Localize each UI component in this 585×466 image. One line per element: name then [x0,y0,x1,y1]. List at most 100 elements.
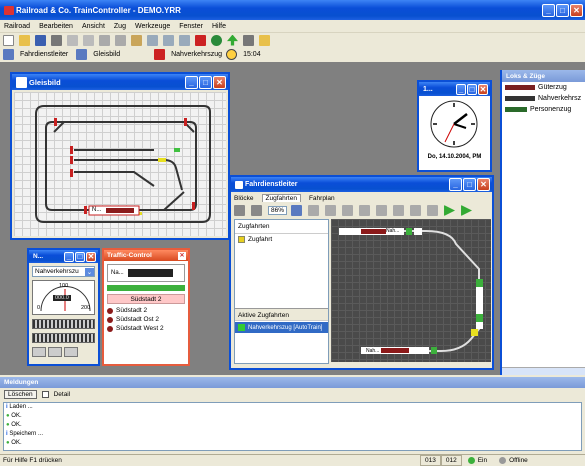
tool-icon[interactable] [410,205,422,216]
switchboard-button[interactable]: Gleisbild [93,51,120,58]
window-icon[interactable] [179,34,190,46]
locomotive-icon[interactable] [195,34,206,46]
speedometer: 0 100 200 000.0 [32,280,95,315]
save-icon[interactable] [35,34,46,46]
undo-icon[interactable] [67,34,78,46]
menu-werkzeuge[interactable]: Werkzeuge [135,23,170,30]
direction-icon[interactable] [48,347,62,357]
switchboard-icon[interactable] [76,49,88,60]
tab-fahrplan[interactable]: Fahrplan [309,195,335,202]
window-tile-icon[interactable] [147,34,158,46]
table-row[interactable]: Südstadt 2 [104,306,188,315]
tab-zugfahrten[interactable]: Zugfahrten [261,194,301,202]
traffic-train-box[interactable]: Na... [107,264,185,282]
table-row[interactable]: Südstadt West 2 [104,324,188,333]
list-item[interactable]: Nahverkehrsz [502,93,585,104]
menu-zug[interactable]: Zug [114,23,126,30]
clear-button[interactable]: Löschen [4,390,37,399]
light-icon[interactable] [32,347,46,357]
close-icon[interactable]: ✕ [178,251,186,260]
menu-bearbeiten[interactable]: Bearbeiten [39,23,73,30]
tools-icon[interactable] [243,34,254,46]
dispatcher-icon[interactable] [3,49,14,60]
route-train-label-top[interactable]: Nah... [386,228,399,234]
new-icon[interactable] [3,34,14,46]
traffic-titlebar[interactable]: Traffic-Control ✕ [104,250,188,261]
clock-titlebar[interactable]: 1... _ □ ✕ [419,82,490,96]
close-icon[interactable]: ✕ [86,251,96,262]
maximize-icon[interactable]: □ [556,3,569,17]
close-icon[interactable]: ✕ [477,178,490,191]
menu-fenster[interactable]: Fenster [179,23,203,30]
train-tool-icon[interactable] [251,205,262,216]
switchboard-canvas[interactable]: N... [14,92,226,236]
messages-titlebar[interactable]: Meldungen [0,377,585,388]
dispatcher-button[interactable]: Fahrdienstleiter [20,51,68,58]
menu-hilfe[interactable]: Hilfe [212,23,226,30]
cut-icon[interactable] [99,34,110,46]
list-item[interactable]: Personenzug [502,104,585,115]
gleisbild-titlebar[interactable]: Gleisbild _ □ ✕ [12,74,228,90]
menu-railroad[interactable]: Railroad [4,23,30,30]
traffic-current-block[interactable]: Südstadt 2 [107,294,185,304]
window-cascade-icon[interactable] [163,34,174,46]
menu-ansicht[interactable]: Ansicht [82,23,105,30]
route-train-label-bottom[interactable]: Nah... [366,348,379,354]
tab-bloecke[interactable]: Blöcke [234,195,254,202]
table-row[interactable]: Südstadt Ost 2 [104,315,188,324]
zoom-select[interactable]: 86% [268,206,288,215]
tool-icon[interactable] [393,205,405,216]
app-title-bar[interactable]: Railroad & Co. TrainController - DEMO.YR… [0,0,585,20]
paste-icon[interactable] [131,34,142,46]
train-tool-icon[interactable] [234,205,245,216]
cab-titlebar[interactable]: N... _ □ ✕ [29,250,98,263]
open-icon[interactable] [19,34,30,46]
tool-icon[interactable] [342,205,354,216]
maximize-icon[interactable]: □ [463,178,476,191]
maximize-icon[interactable]: □ [467,83,477,95]
tool-icon[interactable] [427,205,439,216]
minimize-icon[interactable]: _ [449,178,462,191]
play-icon[interactable] [461,205,473,216]
throttle-slider[interactable] [32,319,95,329]
close-icon[interactable]: ✕ [478,83,488,95]
minimize-icon[interactable]: _ [185,75,198,89]
close-icon[interactable]: ✕ [213,75,226,89]
tool-icon[interactable] [325,205,337,216]
clock-icon[interactable] [226,49,238,60]
brake-slider[interactable] [32,333,95,343]
tool-icon[interactable] [359,205,371,216]
play-icon[interactable] [444,205,456,216]
redo-icon[interactable] [83,34,94,46]
tool-icon[interactable] [376,205,388,216]
clock-date: Do, 14.10.2004, PM [427,154,482,160]
messages-panel: Meldungen Löschen Detail i Laden ... ● O… [0,377,585,453]
maximize-icon[interactable]: □ [75,251,85,262]
minimize-icon[interactable]: _ [64,251,74,262]
close-icon[interactable]: ✕ [570,3,583,17]
print-icon[interactable] [51,34,62,46]
train-icon[interactable] [154,49,166,60]
train-select[interactable]: Nahverkehrszu ⌄ [32,266,95,277]
train-label[interactable]: N... [92,207,101,213]
tool-icon[interactable] [308,205,320,216]
dispatcher-titlebar[interactable]: Fahrdienstleiter _ □ ✕ [231,177,492,192]
list-item[interactable]: Zugfahrt [235,234,328,245]
copy-icon[interactable] [115,34,126,46]
arrow-up-icon[interactable] [227,34,238,46]
function-icon[interactable] [64,347,78,357]
detail-checkbox[interactable] [41,391,49,398]
zoom-fit-icon[interactable] [291,205,303,216]
help-icon[interactable] [259,34,270,46]
list-item[interactable]: Güterzug [502,82,585,93]
trains-titlebar[interactable]: Loks & Züge [502,70,585,82]
list-item[interactable]: Nahverkehrszug [AutoTrain] [235,322,328,333]
minimize-icon[interactable]: _ [542,3,555,17]
train-button[interactable]: Nahverkehrszug [171,51,222,58]
globe-icon[interactable] [211,34,222,46]
dispatcher-canvas[interactable]: Nah... Nah... [331,219,491,362]
trains-hscrollbar[interactable] [502,367,585,375]
locomotive-icon [127,269,173,277]
maximize-icon[interactable]: □ [199,75,212,89]
minimize-icon[interactable]: _ [456,83,466,95]
